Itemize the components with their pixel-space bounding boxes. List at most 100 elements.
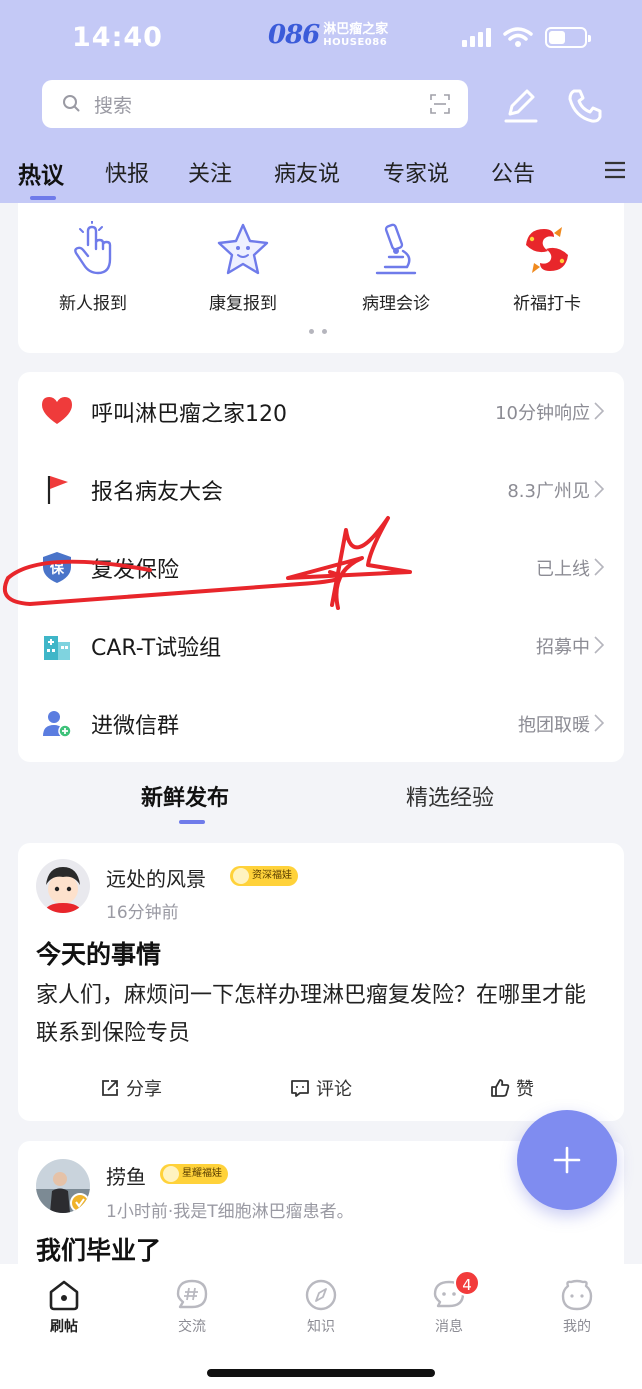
search-row: 搜索 bbox=[0, 80, 642, 128]
tab-experts[interactable]: 专家说 bbox=[383, 156, 449, 188]
nav-item-messages[interactable]: 消息 4 bbox=[404, 1270, 494, 1336]
post-title: 我们毕业了 bbox=[36, 1236, 162, 1265]
tab-news[interactable]: 快报 bbox=[105, 156, 149, 188]
plus-icon bbox=[553, 1146, 581, 1174]
tab-following[interactable]: 关注 bbox=[188, 156, 232, 188]
service-label: 报名病友大会 bbox=[91, 480, 224, 505]
service-list-card: 呼叫淋巴瘤之家120 10分钟响应 报名病友大会 8.3广州见 保 复发保险 已… bbox=[18, 372, 624, 762]
service-row-relapse-insurance[interactable]: 保 复发保险 已上线 bbox=[18, 528, 624, 606]
comment-button[interactable]: 评论 bbox=[290, 1075, 352, 1101]
status-time: 14:40 bbox=[72, 22, 163, 53]
quick-action-pathology[interactable]: 病理会诊 bbox=[321, 221, 471, 314]
feed-tab-featured[interactable]: 精选经验 bbox=[406, 780, 494, 812]
service-status: 10分钟响应 bbox=[495, 403, 590, 424]
flag-icon bbox=[47, 476, 68, 504]
share-icon bbox=[102, 1080, 118, 1096]
service-label: CAR-T试验组 bbox=[91, 636, 222, 661]
nav-item-feed[interactable]: 刷帖 bbox=[19, 1278, 109, 1336]
hospital-icon bbox=[44, 636, 70, 660]
quick-action-recovery[interactable]: 康复报到 bbox=[168, 221, 318, 314]
quick-action-new-member[interactable]: 新人报到 bbox=[18, 221, 168, 314]
tab-patients[interactable]: 病友说 bbox=[274, 156, 340, 188]
heart-icon bbox=[42, 397, 72, 424]
quick-action-blessing[interactable]: 祈福打卡 bbox=[472, 221, 622, 314]
avatar[interactable] bbox=[36, 1159, 90, 1213]
nav-label: 刷帖 bbox=[50, 1319, 78, 1335]
wifi-icon bbox=[503, 27, 533, 47]
quick-action-label: 康复报到 bbox=[209, 294, 277, 314]
post-card[interactable]: 远处的风景 资深福娃 16分钟前 今天的事情 家人们，麻烦问一下怎样办理淋巴瘤复… bbox=[18, 843, 624, 1121]
koi-fish-icon bbox=[526, 227, 568, 273]
service-row-call-120[interactable]: 呼叫淋巴瘤之家120 10分钟响应 bbox=[18, 372, 624, 450]
service-row-car-t[interactable]: CAR-T试验组 招募中 bbox=[18, 606, 624, 684]
search-placeholder: 搜索 bbox=[94, 95, 133, 117]
chevron-right-icon bbox=[594, 714, 604, 732]
avatar[interactable] bbox=[36, 859, 90, 913]
nav-item-profile[interactable]: 我的 bbox=[532, 1278, 622, 1336]
brand-name-en: HOUSE086 bbox=[323, 36, 388, 48]
search-input[interactable]: 搜索 bbox=[42, 80, 468, 128]
battery-icon bbox=[545, 26, 591, 48]
service-status: 已上线 bbox=[536, 559, 590, 580]
carousel-pager bbox=[309, 329, 327, 334]
like-label: 赞 bbox=[516, 1079, 534, 1100]
nav-item-knowledge[interactable]: 知识 bbox=[276, 1278, 366, 1336]
active-feed-indicator bbox=[179, 820, 205, 824]
brand-logo: 086 淋巴瘤之家 HOUSE086 bbox=[268, 20, 388, 50]
shield-icon-text: 保 bbox=[49, 560, 65, 577]
unread-badge: 4 bbox=[454, 1270, 480, 1296]
compass-icon bbox=[305, 1279, 337, 1311]
crown-icon bbox=[163, 1166, 179, 1182]
tab-hot[interactable]: 热议 bbox=[18, 156, 64, 190]
post-author[interactable]: 捞鱼 bbox=[106, 1161, 146, 1190]
brand-name-cn: 淋巴瘤之家 bbox=[323, 21, 389, 37]
category-tabs: 热议 快报 关注 病友说 专家说 公告 bbox=[0, 148, 642, 203]
menu-icon[interactable] bbox=[604, 160, 626, 180]
microscope-icon bbox=[375, 223, 417, 275]
comment-label: 评论 bbox=[316, 1079, 352, 1100]
chevron-right-icon bbox=[594, 636, 604, 654]
app-header: 14:40 086 淋巴瘤之家 HOUSE086 搜索 热议 快报 关注 病友说… bbox=[0, 0, 642, 203]
phone-icon[interactable] bbox=[565, 86, 605, 126]
quick-action-label: 新人报到 bbox=[59, 294, 127, 314]
nav-label: 知识 bbox=[307, 1319, 335, 1335]
search-icon bbox=[63, 95, 80, 112]
tap-hand-icon bbox=[74, 221, 112, 275]
share-button[interactable]: 分享 bbox=[100, 1075, 162, 1101]
comment-icon bbox=[291, 1080, 309, 1097]
like-button[interactable]: 赞 bbox=[490, 1075, 534, 1101]
compose-fab-button[interactable] bbox=[517, 1110, 617, 1210]
scan-icon[interactable] bbox=[430, 94, 450, 114]
service-row-wechat-group[interactable]: 进微信群 抱团取暖 bbox=[18, 684, 624, 762]
chevron-right-icon bbox=[594, 402, 604, 420]
post-author[interactable]: 远处的风景 bbox=[106, 863, 206, 892]
post-body: 家人们，麻烦问一下怎样办理淋巴瘤复发险？在哪里才能联系到保险专员 bbox=[36, 983, 587, 1046]
star-face-icon bbox=[217, 223, 269, 275]
post-title: 今天的事情 bbox=[36, 940, 162, 969]
shield-icon: 保 bbox=[43, 552, 71, 583]
post-time: 16分钟前 bbox=[106, 903, 179, 923]
hash-chat-icon bbox=[176, 1279, 208, 1309]
feed-tabs: 新鲜发布 精选经验 bbox=[0, 770, 642, 830]
edit-icon[interactable] bbox=[500, 86, 540, 126]
nav-label: 交流 bbox=[178, 1319, 206, 1335]
brand-mark-text: 086 bbox=[268, 20, 320, 50]
chevron-right-icon bbox=[594, 558, 604, 576]
nav-label: 消息 bbox=[435, 1319, 463, 1335]
quick-action-label: 祈福打卡 bbox=[513, 294, 581, 314]
nav-item-chat[interactable]: 交流 bbox=[147, 1278, 237, 1336]
profile-icon bbox=[561, 1279, 593, 1311]
feed-tab-latest[interactable]: 新鲜发布 bbox=[141, 780, 229, 812]
service-row-conference[interactable]: 报名病友大会 8.3广州见 bbox=[18, 450, 624, 528]
status-bar: 14:40 086 淋巴瘤之家 HOUSE086 bbox=[0, 0, 642, 78]
member-badge: 资深福娃 bbox=[230, 866, 298, 886]
home-icon bbox=[49, 1280, 79, 1311]
service-status: 抱团取暖 bbox=[518, 715, 590, 736]
active-tab-indicator bbox=[30, 196, 56, 200]
brand-text: 淋巴瘤之家 HOUSE086 bbox=[323, 23, 388, 48]
tab-announcements[interactable]: 公告 bbox=[491, 156, 535, 188]
bottom-nav: 刷帖 交流 知识 消息 4 我的 bbox=[0, 1264, 642, 1389]
service-label: 进微信群 bbox=[91, 714, 180, 739]
crown-icon bbox=[233, 868, 249, 884]
service-label: 复发保险 bbox=[91, 558, 180, 583]
